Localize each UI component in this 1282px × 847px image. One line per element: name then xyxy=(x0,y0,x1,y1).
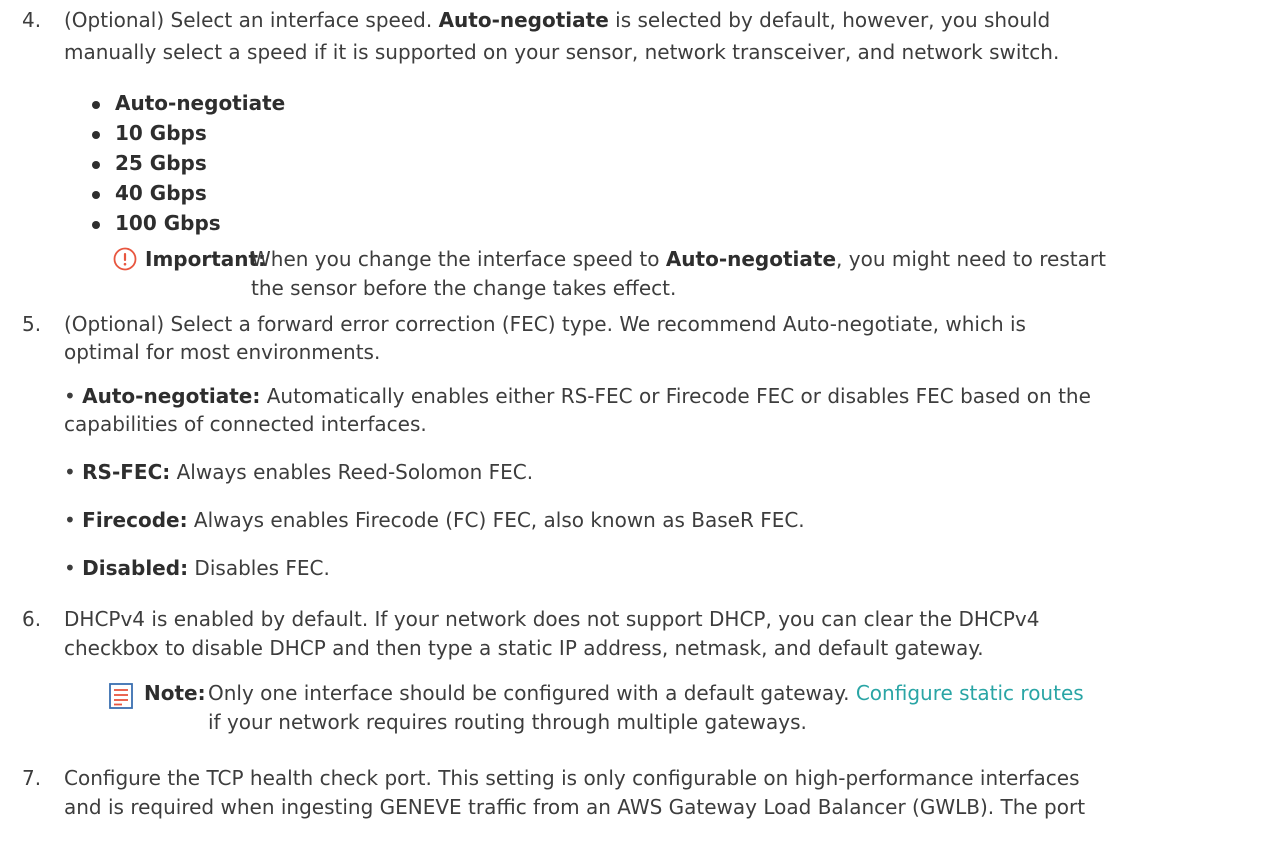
step-text-line2: checkbox to disable DHCP and then type a… xyxy=(64,636,984,660)
list-item: Auto-negotiate xyxy=(92,89,285,119)
step-text: (Optional) Select a forward error correc… xyxy=(64,312,1026,336)
step-text: (Optional) Select an interface speed. Au… xyxy=(64,8,1051,32)
note-label: Note: xyxy=(144,681,206,705)
step-number: 6. xyxy=(22,607,42,631)
step-text-line2: manually select a speed if it is support… xyxy=(64,40,1060,64)
step-text-line2: optimal for most environments. xyxy=(64,340,381,364)
list-item: 100 Gbps xyxy=(92,209,285,239)
step-text-line2: and is required when ingesting GENEVE tr… xyxy=(64,795,1086,819)
fec-option: • Firecode: Always enables Firecode (FC)… xyxy=(64,508,805,532)
exclamation-circle-icon xyxy=(113,247,137,271)
fec-option: • RS-FEC: Always enables Reed-Solomon FE… xyxy=(64,460,534,484)
configure-static-routes-link[interactable]: Configure static routes xyxy=(856,681,1084,705)
fec-option: • Disabled: Disables FEC. xyxy=(64,556,330,580)
important-text-line2: the sensor before the change takes effec… xyxy=(251,276,677,300)
note-text-line2: if your network requires routing through… xyxy=(208,710,807,734)
list-item: 25 Gbps xyxy=(92,149,285,179)
list-item: 10 Gbps xyxy=(92,119,285,149)
fec-option: • Auto-negotiate: Automatically enables … xyxy=(64,384,1091,408)
step-number: 7. xyxy=(22,766,42,790)
note-text: Only one interface should be configured … xyxy=(208,681,1084,705)
important-text: When you change the interface speed to A… xyxy=(251,247,1106,271)
fec-option-line2: capabilities of connected interfaces. xyxy=(64,412,427,436)
step-text: Configure the TCP health check port. Thi… xyxy=(64,766,1080,790)
step-number: 4. xyxy=(22,8,42,32)
important-label: Important: xyxy=(145,247,267,271)
note-icon xyxy=(109,683,133,709)
speed-list: Auto-negotiate 10 Gbps 25 Gbps 40 Gbps 1… xyxy=(92,89,285,239)
step-text: DHCPv4 is enabled by default. If your ne… xyxy=(64,607,1040,631)
list-item: 40 Gbps xyxy=(92,179,285,209)
step-number: 5. xyxy=(22,312,42,336)
